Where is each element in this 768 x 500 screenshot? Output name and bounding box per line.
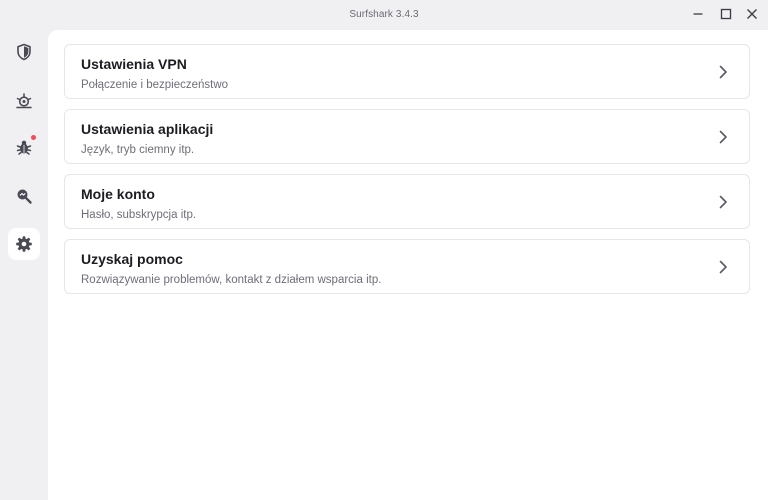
close-icon	[747, 9, 757, 19]
item-title: Ustawienia VPN	[81, 56, 187, 72]
sidebar-item-alert[interactable]	[8, 131, 40, 163]
chevron-right-icon	[719, 260, 727, 274]
chevron-right-icon	[719, 65, 727, 79]
window-title: Surfshark 3.4.3	[349, 9, 419, 20]
settings-panel: Ustawienia VPN Połączenie i bezpieczeńst…	[48, 30, 768, 500]
gear-icon	[16, 236, 32, 252]
get-help-item[interactable]: Uzyskaj pomoc Rozwiązywanie problemów, k…	[64, 239, 750, 294]
minimize-icon	[693, 13, 703, 15]
item-title: Uzyskaj pomoc	[81, 251, 183, 267]
chevron-right-icon	[719, 130, 727, 144]
sidebar-item-settings[interactable]	[8, 228, 40, 260]
sidebar-item-search[interactable]	[8, 180, 40, 212]
notification-badge	[31, 135, 36, 140]
virus-scan-icon	[16, 93, 32, 109]
chevron-right-icon	[719, 195, 727, 209]
bug-alert-icon	[16, 140, 32, 155]
title-bar: Surfshark 3.4.3	[0, 0, 768, 30]
item-subtitle: Język, tryb ciemny itp.	[81, 144, 195, 156]
item-title: Ustawienia aplikacji	[81, 121, 214, 137]
item-subtitle: Rozwiązywanie problemów, kontakt z dział…	[81, 274, 382, 286]
minimize-button[interactable]	[687, 4, 709, 24]
shield-icon	[17, 43, 31, 61]
sidebar-item-antivirus[interactable]	[8, 85, 40, 117]
maximize-button[interactable]	[715, 4, 737, 24]
item-title: Moje konto	[81, 186, 155, 202]
my-account-item[interactable]: Moje konto Hasło, subskrypcja itp.	[64, 174, 750, 229]
item-subtitle: Hasło, subskrypcja itp.	[81, 209, 197, 221]
app-settings-item[interactable]: Ustawienia aplikacji Język, tryb ciemny …	[64, 109, 750, 164]
sidebar	[0, 30, 48, 500]
sidebar-item-vpn[interactable]	[8, 36, 40, 68]
search-alert-icon	[17, 189, 32, 204]
item-subtitle: Połączenie i bezpieczeństwo	[81, 79, 229, 91]
maximize-icon	[720, 8, 732, 20]
close-button[interactable]	[741, 4, 763, 24]
vpn-settings-item[interactable]: Ustawienia VPN Połączenie i bezpieczeńst…	[64, 44, 750, 99]
